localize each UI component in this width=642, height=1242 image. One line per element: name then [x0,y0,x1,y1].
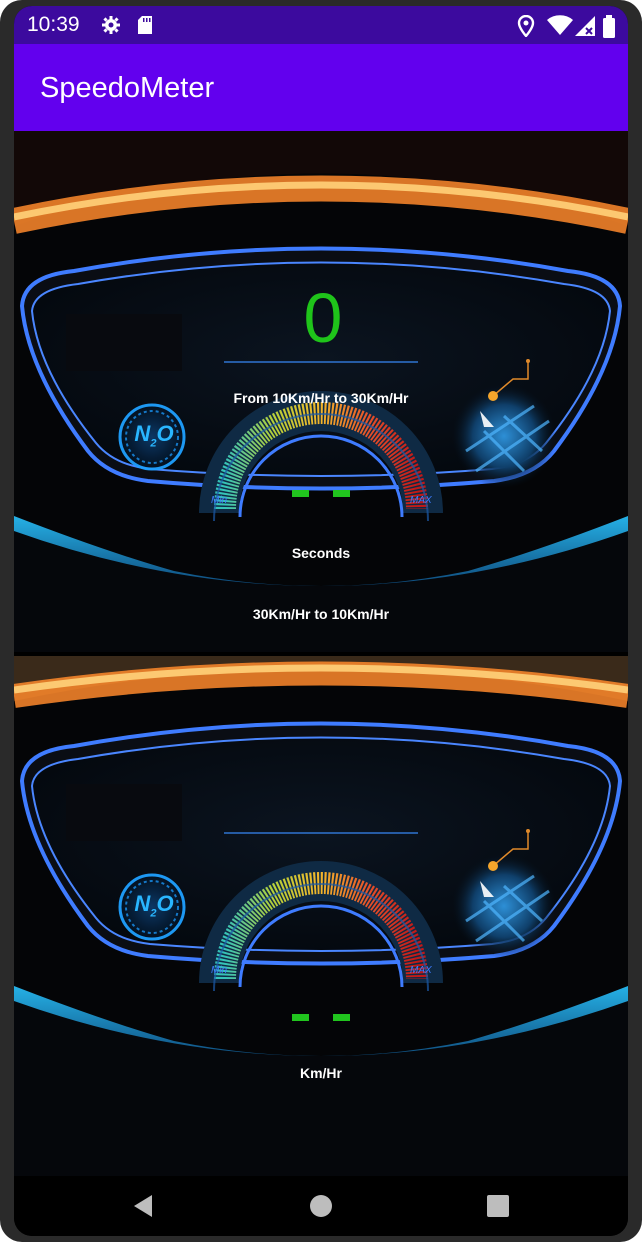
speedometer-panel-bottom: Min MAX N2O Km/Hr [14,656,628,1176]
readout-dash [292,1014,309,1021]
secondary-interval-label: 30Km/Hr to 10Km/Hr [252,606,390,622]
readout-dash [333,1014,350,1021]
dashboard-background [14,656,628,1176]
speedometer-panel-top: Min MAX N2O 0 From 10Km/Hr to 30Km/Hr Se… [14,131,628,652]
gauge-min-label: Min [211,965,228,976]
app-bar: SpeedoMeter [14,44,628,131]
phone-frame: 10:39 SpeedoMeter Min MAX N2O 0 From 10K… [0,0,642,1242]
home-button[interactable] [309,1194,333,1218]
wifi-icon [547,15,573,35]
battery-icon [603,15,615,38]
interval-label: From 10Km/Hr to 30Km/Hr [233,390,409,406]
recents-icon [487,1195,509,1217]
speed-value: 0 [303,279,343,357]
unit-label: Seconds [291,545,351,561]
navigation-bar [14,1176,628,1236]
cellular-no-data-icon [575,16,595,36]
back-icon [134,1195,152,1217]
unit-label: Km/Hr [299,1065,342,1081]
gear-icon [102,16,120,34]
readout-dash [333,490,350,497]
gauge-max-label: MAX [410,965,432,976]
status-bar: 10:39 [14,6,628,44]
home-icon [310,1195,332,1217]
back-button[interactable] [130,1193,156,1219]
sd-card-icon [138,16,152,34]
location-icon [517,15,535,37]
gauge-min-label: Min [211,495,228,506]
status-time: 10:39 [27,13,80,36]
recents-button[interactable] [487,1195,509,1217]
gauge-max-label: MAX [410,495,432,506]
n2o-badge: N2O [134,421,174,450]
n2o-badge: N2O [134,891,174,920]
screen: 10:39 SpeedoMeter Min MAX N2O 0 From 10K… [14,6,628,1236]
readout-dash [292,490,309,497]
app-title: SpeedoMeter [40,72,215,104]
